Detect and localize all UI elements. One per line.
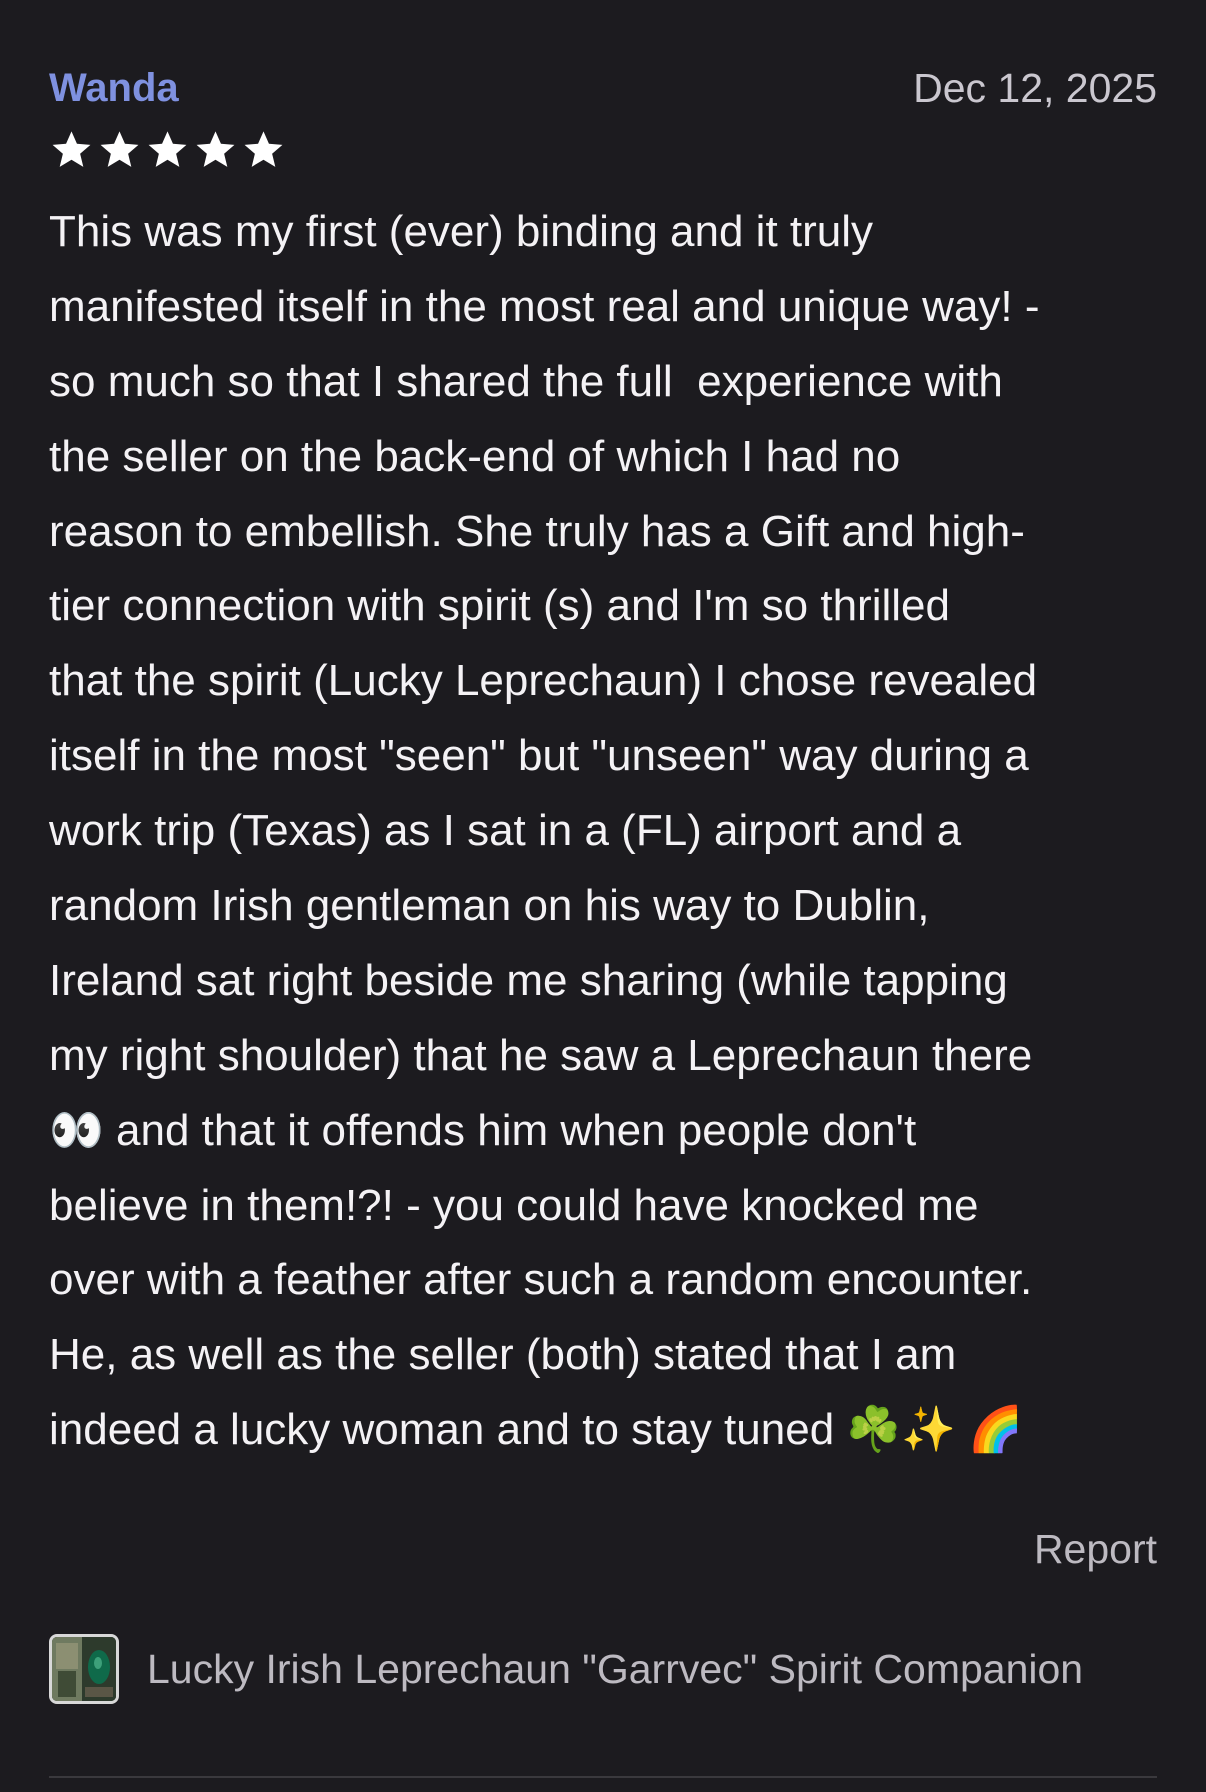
star-icon: [145, 128, 190, 173]
reviewer-name[interactable]: Wanda: [49, 64, 179, 112]
star-icon: [49, 128, 94, 173]
review-text: This was my first (ever) binding and it …: [49, 207, 1157, 1468]
review-text-line: He, as well as the seller (both) stated …: [49, 1330, 957, 1380]
review-text-line: over with a feather after such a random …: [49, 1255, 1033, 1305]
review-text-line: indeed a lucky woman and to stay tuned ☘…: [49, 1405, 1023, 1455]
review-text-line: my right shoulder) that he saw a Leprech…: [49, 1030, 1033, 1080]
review-text-line: This was my first (ever) binding and it …: [49, 207, 874, 256]
review-date: Dec 12, 2025: [913, 65, 1157, 111]
listing-thumbnail-icon[interactable]: [49, 1634, 119, 1704]
star-rating: [49, 128, 286, 173]
review-text-line: believe in them!?! - you could have knoc…: [49, 1180, 979, 1230]
review-text-line: manifested itself in the most real and u…: [49, 281, 1040, 331]
review-text-line: 👀 and that it offends him when people do…: [49, 1105, 917, 1155]
review-text-line: so much so that I shared the full experi…: [49, 356, 1003, 406]
report-button[interactable]: Report: [1034, 1524, 1157, 1574]
review-text-line: Ireland sat right beside me sharing (whi…: [49, 955, 1008, 1005]
review-card: Wanda Dec 12, 2025 This was my first (ev…: [49, 0, 1157, 1792]
star-icon: [97, 128, 142, 173]
star-icon: [241, 128, 286, 173]
review-text-line: random Irish gentleman on his way to Dub…: [49, 881, 930, 931]
divider: [49, 1776, 1157, 1778]
listing-title[interactable]: Lucky Irish Leprechaun "Garrvec" Spirit …: [147, 1644, 1147, 1694]
review-text-line: itself in the most "seen" but "unseen" w…: [49, 731, 1029, 781]
review-text-line: reason to embellish. She truly has a Gif…: [49, 506, 1025, 556]
review-text-line: work trip (Texas) as I sat in a (FL) air…: [49, 806, 962, 856]
listing-link[interactable]: Lucky Irish Leprechaun "Garrvec" Spirit …: [49, 1630, 1157, 1708]
review-text-line: the seller on the back-end of which I ha…: [49, 431, 901, 481]
review-text-line: tier connection with spirit (s) and I'm …: [49, 581, 950, 631]
review-text-line: that the spirit (Lucky Leprechaun) I cho…: [49, 656, 1038, 706]
star-icon: [193, 128, 238, 173]
